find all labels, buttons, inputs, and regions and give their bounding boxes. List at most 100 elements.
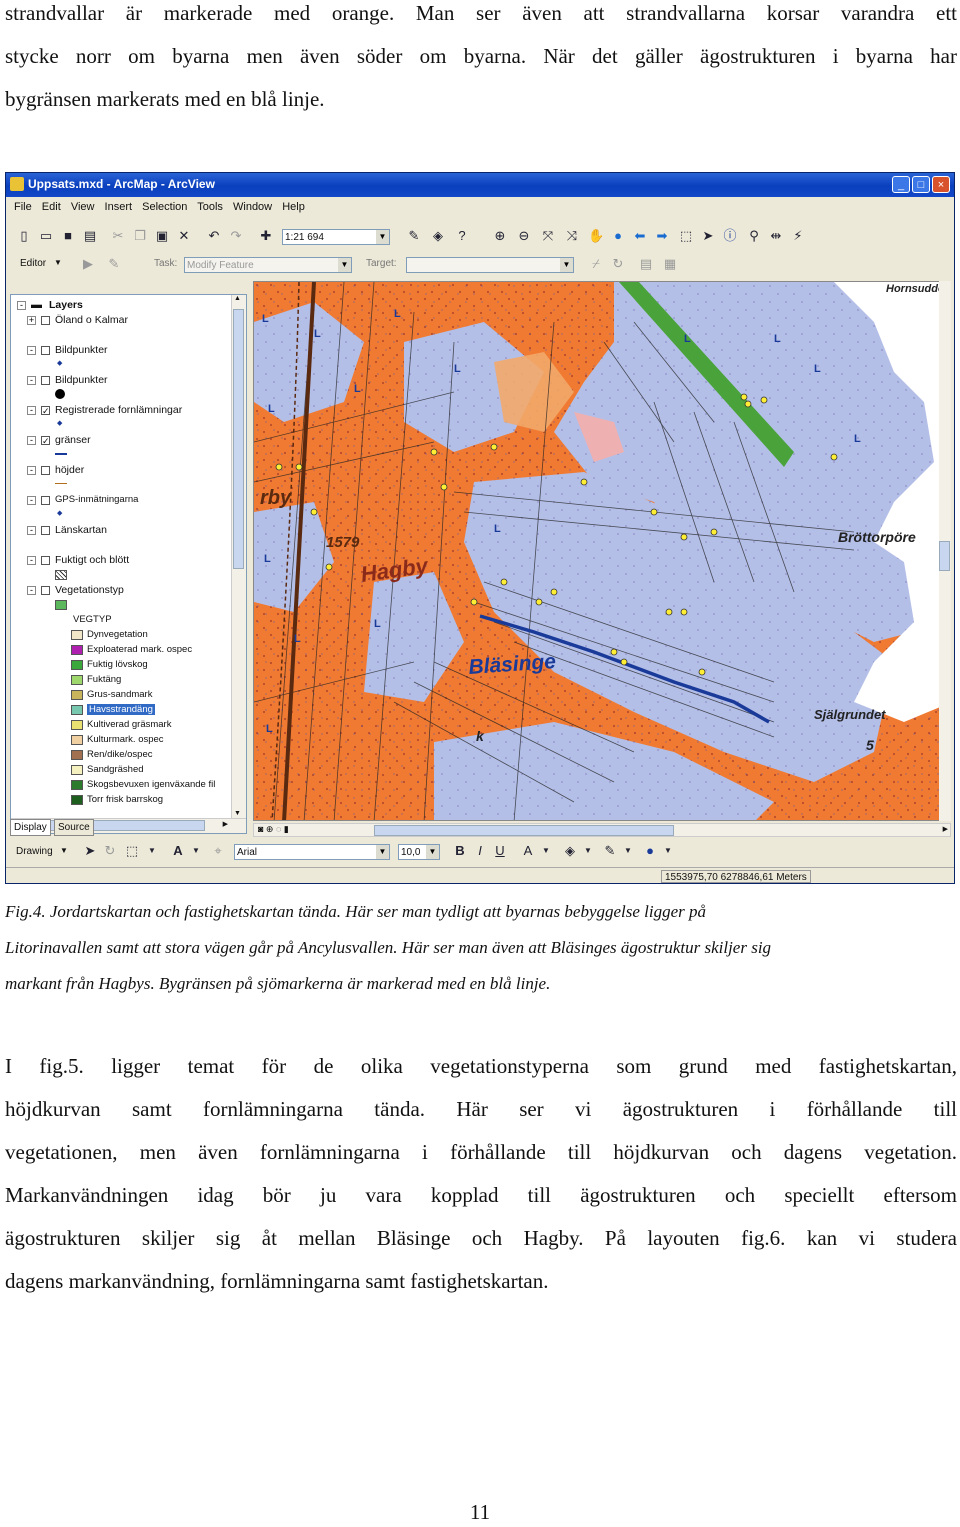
rotate-icon[interactable]: ↻ [102,843,118,859]
scroll-thumb[interactable] [939,541,950,571]
scroll-down-icon[interactable]: ▼ [234,810,241,817]
whats-this-icon[interactable]: ? [454,228,470,244]
editor-menu[interactable]: Editor [20,258,46,269]
expand-icon[interactable]: + [27,316,36,325]
font-size-combo[interactable]: 10,0 ▼ [398,844,440,860]
minimize-button[interactable]: _ [892,176,910,193]
layer-checkbox[interactable] [41,316,50,325]
toc-vertical-scrollbar[interactable]: ▲ ▼ [231,295,246,833]
collapse-icon[interactable]: - [27,406,36,415]
menu-view[interactable]: View [71,201,95,213]
map-display[interactable]: LLL LLL LLL LLL LLL Hagby Bläsinge 1579 … [253,281,951,821]
marker-color-icon[interactable]: ● [642,843,658,859]
collapse-icon[interactable]: - [27,376,36,385]
collapse-icon[interactable]: - [27,556,36,565]
chevron-down-icon[interactable]: ▼ [60,846,68,855]
split-tool-icon[interactable]: ⌿ [588,256,604,272]
zoom-out-icon[interactable]: ⊖ [516,228,532,244]
scroll-thumb[interactable] [374,825,674,836]
chevron-down-icon[interactable]: ▼ [580,843,596,859]
menu-window[interactable]: Window [233,201,272,213]
chevron-down-icon[interactable]: ▼ [338,258,351,272]
chevron-down-icon[interactable]: ▼ [376,230,389,244]
chevron-down-icon[interactable]: ▼ [376,845,389,859]
chevron-down-icon[interactable]: ▼ [660,843,676,859]
sketch-properties-icon[interactable]: ▦ [662,256,678,272]
bold-icon[interactable]: B [452,843,468,859]
menu-insert[interactable]: Insert [105,201,133,213]
back-extent-icon[interactable]: ⬅ [632,228,648,244]
chevron-down-icon[interactable]: ▼ [54,258,62,267]
chevron-down-icon[interactable]: ▼ [188,843,204,859]
forward-extent-icon[interactable]: ➡ [654,228,670,244]
select-elements-icon[interactable]: ➤ [700,228,716,244]
layer-checkbox[interactable] [41,346,50,355]
map-scale-combo[interactable]: 1:21 694 ▼ [282,229,390,245]
select-features-icon[interactable]: ⬚ [678,228,694,244]
fixed-zoom-in-icon[interactable]: ⤧ [540,228,556,244]
hyperlink-icon[interactable]: ⚡ [790,228,806,244]
rectangle-tool-icon[interactable]: ⬚ [124,843,140,859]
find-icon[interactable]: ⚲ [746,228,762,244]
layer-checkbox[interactable] [41,556,50,565]
layer-checkbox[interactable] [41,496,50,505]
measure-icon[interactable]: ⇹ [768,228,784,244]
underline-icon[interactable]: U [492,843,508,859]
edit-vertices-icon[interactable]: ⌖ [210,843,226,859]
layer-checkbox[interactable] [41,586,50,595]
editor-toolbar-icon[interactable]: ✎ [406,228,422,244]
scroll-thumb[interactable] [233,309,244,569]
delete-icon[interactable]: ✕ [176,228,192,244]
font-color-icon[interactable]: A [520,843,536,859]
line-color-icon[interactable]: ✎ [602,843,618,859]
scroll-right-icon[interactable]: ▶ [223,820,228,828]
rotate-tool-icon[interactable]: ↻ [610,256,626,272]
add-data-icon[interactable]: ✚ [258,228,274,244]
menu-tools[interactable]: Tools [197,201,223,213]
tab-display[interactable]: Display [10,819,51,836]
tab-source[interactable]: Source [54,819,94,836]
scroll-up-icon[interactable]: ▲ [234,295,241,302]
menu-help[interactable]: Help [282,201,305,213]
chevron-down-icon[interactable]: ▼ [620,843,636,859]
drawing-menu[interactable]: Drawing [16,846,53,857]
layer-checkbox[interactable] [41,526,50,535]
map-canvas[interactable]: LLL LLL LLL LLL LLL Hagby Bläsinge 1579 … [254,282,951,821]
print-icon[interactable]: ▤ [82,228,98,244]
identify-icon[interactable]: ⓘ [722,228,738,244]
collapse-icon[interactable]: - [27,496,36,505]
collapse-icon[interactable]: - [17,301,26,310]
zoom-in-icon[interactable]: ⊕ [492,228,508,244]
maximize-button[interactable]: □ [912,176,930,193]
collapse-icon[interactable]: - [27,346,36,355]
close-button[interactable]: × [932,176,950,193]
fixed-zoom-out-icon[interactable]: ⤨ [564,228,580,244]
chevron-down-icon[interactable]: ▼ [560,258,573,272]
full-extent-icon[interactable]: ● [610,228,626,244]
collapse-icon[interactable]: - [27,526,36,535]
arctoolbox-icon[interactable]: ◈ [430,228,446,244]
layer-checkbox[interactable] [41,376,50,385]
cut-icon[interactable]: ✂ [110,228,126,244]
chevron-down-icon[interactable]: ▼ [426,845,439,859]
chevron-down-icon[interactable]: ▼ [538,843,554,859]
scroll-right-icon[interactable]: ▶ [943,825,948,833]
chevron-down-icon[interactable]: ▼ [144,843,160,859]
fill-color-icon[interactable]: ◈ [562,843,578,859]
pan-icon[interactable]: ✋ [588,228,604,244]
menu-file[interactable]: File [14,201,32,213]
select-elements-icon[interactable]: ➤ [82,843,98,859]
map-vertical-scrollbar[interactable] [939,281,951,821]
open-icon[interactable]: ▭ [38,228,54,244]
edit-tool-icon[interactable]: ▶ [80,256,96,272]
sketch-tool-icon[interactable]: ✎ [106,256,122,272]
menu-edit[interactable]: Edit [42,201,61,213]
layout-view-icons[interactable]: ◙ ⊕ ◌ ▮ [258,824,289,835]
collapse-icon[interactable]: - [27,436,36,445]
text-tool-icon[interactable]: A [170,843,186,859]
layer-checkbox[interactable] [41,466,50,475]
copy-icon[interactable]: ❐ [132,228,148,244]
task-combo[interactable]: Modify Feature ▼ [184,257,352,273]
target-combo[interactable]: ▼ [406,257,574,273]
layer-checkbox[interactable]: ✓ [41,436,50,446]
